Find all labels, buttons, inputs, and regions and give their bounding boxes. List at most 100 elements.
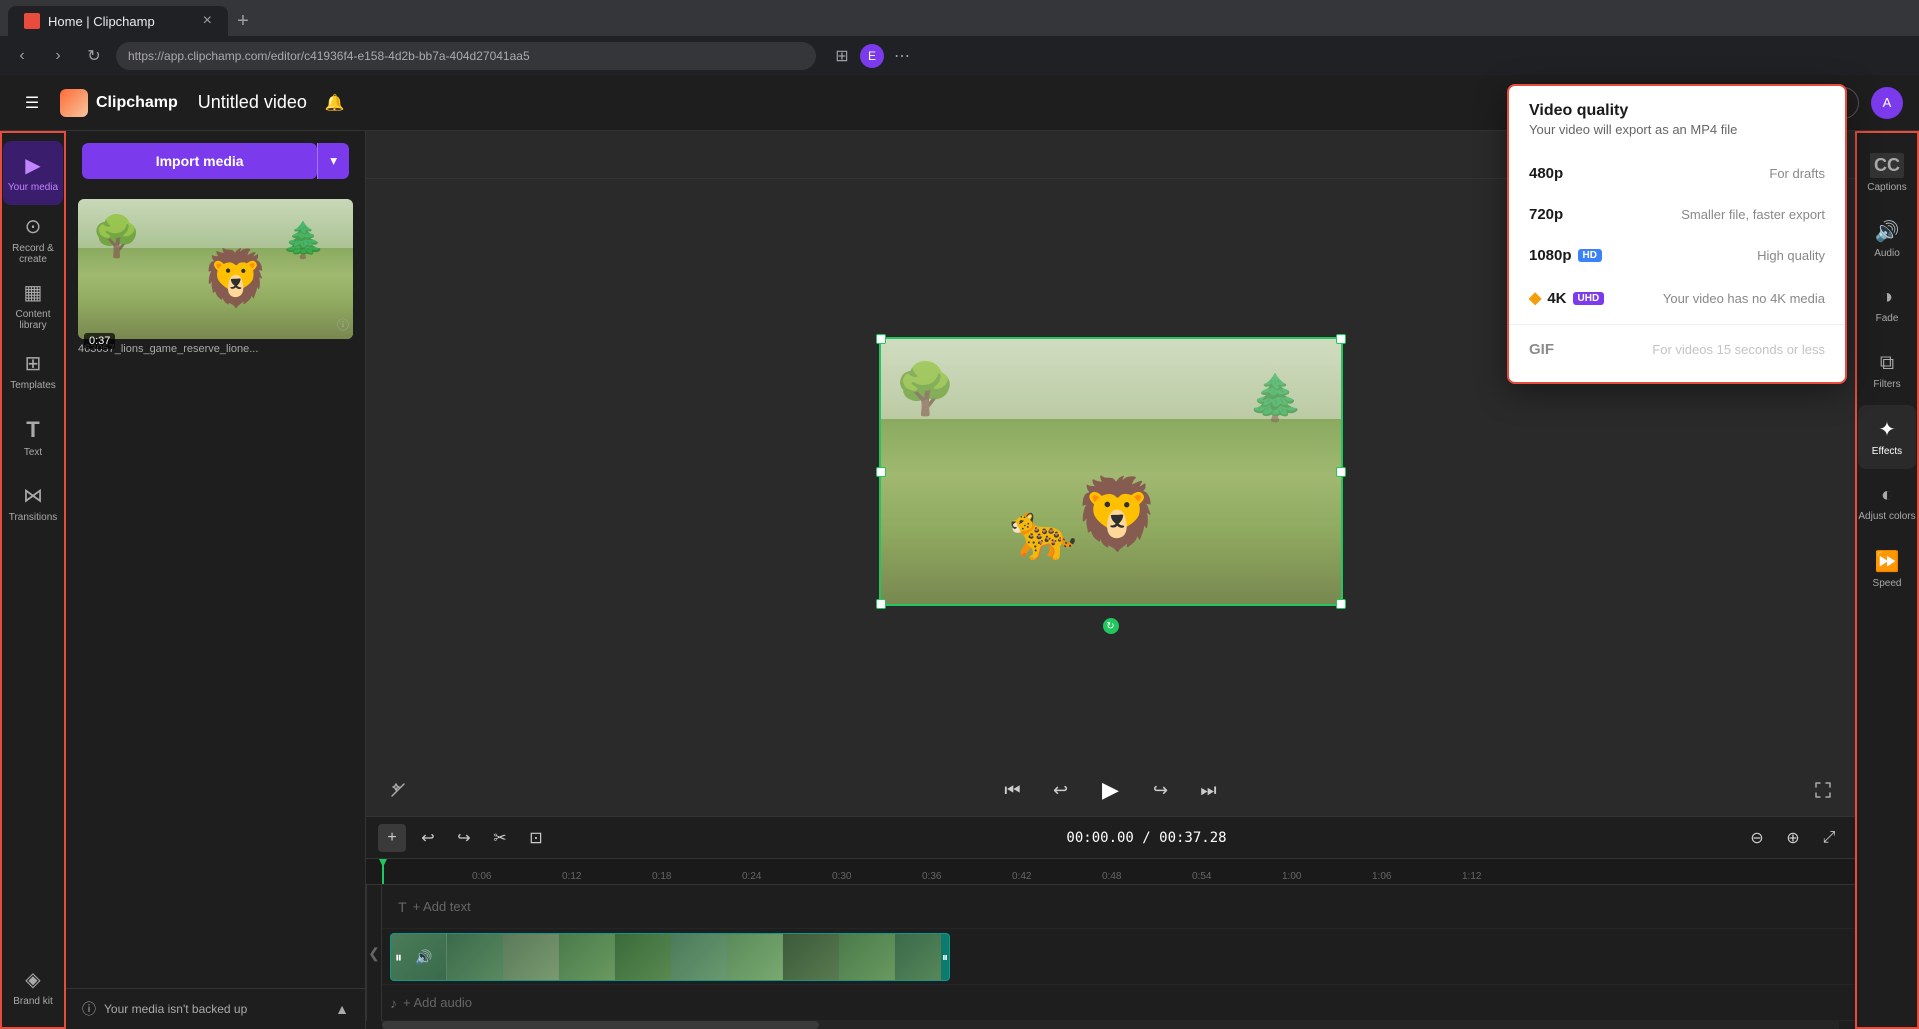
thumb-tree-right: 🌲 xyxy=(282,220,326,261)
effects-icon: ✦ xyxy=(1879,417,1896,442)
thumb-lion-scene: 🌳 🌲 🦁 xyxy=(78,199,353,339)
clip-thumb-6 xyxy=(671,934,727,980)
play-pause-btn[interactable]: ▶ xyxy=(1093,772,1129,808)
clip-pause-btn[interactable]: ⏸ xyxy=(395,949,402,966)
desc-1080p: High quality xyxy=(1757,248,1825,263)
more-btn[interactable]: ⋯ xyxy=(888,42,916,70)
side-handle-right[interactable] xyxy=(1336,467,1346,477)
add-audio-label: + Add audio xyxy=(403,995,472,1010)
address-bar[interactable]: https://app.clipchamp.com/editor/c41936f… xyxy=(116,42,816,70)
resolution-720p: 720p xyxy=(1529,206,1599,223)
side-handle-left[interactable] xyxy=(876,467,886,477)
clip-vol-btn[interactable]: 🔊 xyxy=(415,949,432,966)
tab-close-icon[interactable]: × xyxy=(203,12,212,30)
skip-back-btn[interactable]: ⏮ xyxy=(997,774,1029,806)
add-clip-btn[interactable]: + xyxy=(378,824,406,852)
skip-forward-btn[interactable]: ⏭ xyxy=(1193,774,1225,806)
rotation-handle[interactable]: ↻ xyxy=(1103,618,1119,634)
active-tab[interactable]: Home | Clipchamp × xyxy=(8,6,228,36)
media-item-0[interactable]: 🌳 🌲 🦁 0:37 463057_lions_game_reserve_lio… xyxy=(78,199,353,355)
fade-icon: ◑ xyxy=(1881,286,1893,309)
sidebar-item-templates[interactable]: ⊞ Templates xyxy=(3,339,63,403)
clip-thumb-7 xyxy=(727,934,783,980)
corner-handle-br[interactable] xyxy=(1336,599,1346,609)
scrollbar-thumb[interactable] xyxy=(382,1021,819,1029)
right-sidebar-item-filters[interactable]: ⧉ Filters xyxy=(1858,339,1916,403)
expand-timeline-btn[interactable]: ⤢ xyxy=(1815,824,1843,852)
back-btn[interactable]: ‹ xyxy=(8,42,36,70)
redo-btn[interactable]: ↪ xyxy=(450,824,478,852)
clip-end-handle[interactable]: ⏸ xyxy=(941,934,949,980)
browser-chrome: Home | Clipchamp × + ‹ › ↻ https://app.c… xyxy=(0,0,1919,75)
import-dropdown-btn[interactable]: ▾ xyxy=(317,143,349,179)
new-tab-btn[interactable]: + xyxy=(228,6,258,36)
timeline-scrollbar[interactable] xyxy=(382,1021,1839,1029)
sidebar-item-text[interactable]: T Text xyxy=(3,405,63,469)
right-sidebar-item-audio[interactable]: 🔊 Audio xyxy=(1858,207,1916,271)
ruler-mark-7: 0:42 xyxy=(1012,871,1031,882)
notification-btn[interactable]: 🔔 xyxy=(319,87,351,119)
corner-handle-bl[interactable] xyxy=(876,599,886,609)
record-icon: ⊙ xyxy=(25,214,42,239)
text-label: Text xyxy=(24,447,42,458)
quality-option-480p[interactable]: 480p For drafts xyxy=(1509,153,1845,194)
cut-btn[interactable]: ✂ xyxy=(486,824,514,852)
templates-icon: ⊞ xyxy=(25,351,42,376)
ruler-label-2: 0:12 xyxy=(562,871,581,882)
profile-btn[interactable]: E xyxy=(860,44,884,68)
video-clip[interactable]: ⏸ 🔊 ⏸ xyxy=(390,933,950,981)
right-sidebar-item-adjust-colors[interactable]: ◐ Adjust colors xyxy=(1858,471,1916,535)
avatar-btn[interactable]: A xyxy=(1871,87,1903,119)
zoom-in-btn[interactable]: ⊕ xyxy=(1779,824,1807,852)
corner-handle-tr[interactable] xyxy=(1336,334,1346,344)
desc-720p: Smaller file, faster export xyxy=(1681,207,1825,222)
ruler-mark-5: 0:30 xyxy=(832,871,851,882)
extensions-btn[interactable]: ⊞ xyxy=(828,42,856,70)
text-track-icon: T xyxy=(398,899,407,915)
ruler-area[interactable]: 0:06 0:12 0:18 0:24 0:30 xyxy=(382,859,1855,884)
video-title[interactable]: Untitled video xyxy=(198,92,307,113)
brand-kit-icon: ◈ xyxy=(25,967,40,992)
corner-handle-tl[interactable] xyxy=(876,334,886,344)
sidebar-item-brand-kit[interactable]: ◈ Brand kit xyxy=(3,955,63,1019)
sidebar-item-your-media[interactable]: ▶ Your media xyxy=(3,141,63,205)
quality-option-1080p[interactable]: 1080p HD High quality xyxy=(1509,235,1845,276)
timeline-ruler-row: 0:06 0:12 0:18 0:24 0:30 xyxy=(366,859,1855,885)
ruler-label-5: 0:30 xyxy=(832,871,851,882)
hamburger-btn[interactable]: ☰ xyxy=(16,87,48,119)
trees-right: 🌲 xyxy=(1248,371,1304,424)
add-audio-btn[interactable]: ♪ + Add audio xyxy=(390,995,472,1011)
brand-kit-label: Brand kit xyxy=(13,996,52,1007)
quality-option-4k[interactable]: ◆ 4K UHD Your video has no 4K media xyxy=(1509,276,1845,320)
forward-btn[interactable]: › xyxy=(44,42,72,70)
adjust-colors-label: Adjust colors xyxy=(1858,511,1915,522)
save-btn[interactable]: ⊡ xyxy=(522,824,550,852)
ruler-label-9: 0:54 xyxy=(1192,871,1211,882)
right-sidebar-item-speed[interactable]: ⏩ Speed xyxy=(1858,537,1916,601)
quality-option-720p[interactable]: 720p Smaller file, faster export xyxy=(1509,194,1845,235)
sidebar-item-content-library[interactable]: ▦ Content library xyxy=(3,273,63,337)
collapse-handle[interactable]: ❮ xyxy=(366,885,382,1021)
playback-controls: ⏮ ↩ ▶ ↪ ⏭ xyxy=(366,764,1855,816)
fullscreen-btn[interactable] xyxy=(1807,774,1839,806)
backup-expand-icon[interactable]: ▲ xyxy=(335,1001,349,1017)
refresh-btn[interactable]: ↻ xyxy=(80,42,108,70)
zoom-out-btn[interactable]: ⊖ xyxy=(1743,824,1771,852)
rewind-btn[interactable]: ↩ xyxy=(1045,774,1077,806)
browser-tabs: Home | Clipchamp × + xyxy=(0,0,1919,36)
forward-btn[interactable]: ↪ xyxy=(1145,774,1177,806)
import-media-button[interactable]: Import media xyxy=(82,143,317,179)
right-sidebar-item-effects[interactable]: ✦ Effects xyxy=(1858,405,1916,469)
undo-btn[interactable]: ↩ xyxy=(414,824,442,852)
sidebar-item-transitions[interactable]: ⋈ Transitions xyxy=(3,471,63,535)
add-text-btn[interactable]: T + Add text xyxy=(390,895,479,919)
ruler-label-3: 0:18 xyxy=(652,871,671,882)
right-sidebar-item-fade[interactable]: ◑ Fade xyxy=(1858,273,1916,337)
lion-main: 🦁 xyxy=(1074,474,1161,556)
ruler-label-10: 1:00 xyxy=(1282,871,1301,882)
right-sidebar-item-captions[interactable]: CC Captions xyxy=(1858,141,1916,205)
quality-option-gif[interactable]: GIF For videos 15 seconds or less xyxy=(1509,329,1845,370)
sidebar-item-record[interactable]: ⊙ Record &create xyxy=(3,207,63,271)
video-frame-border[interactable]: 🌳 🌲 🦁 🐆 xyxy=(879,337,1343,606)
magic-tool-btn[interactable] xyxy=(382,774,414,806)
